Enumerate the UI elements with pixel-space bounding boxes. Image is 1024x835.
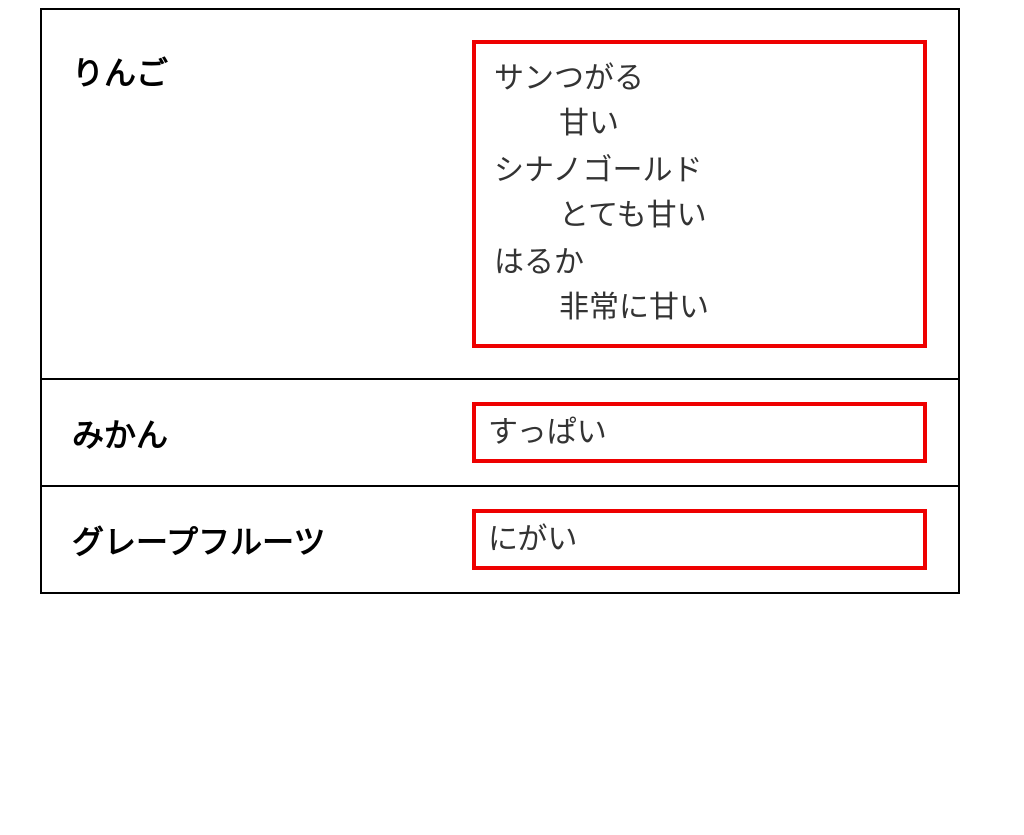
row-label: みかん [72,402,472,456]
row-label: グレープフルーツ [72,509,472,563]
row-label: りんご [72,40,472,94]
table-row: りんご サンつがる 甘い シナノゴールド とても甘い はるか 非常に甘い [42,10,958,380]
variety-desc: とても甘い [494,193,905,238]
variety-name: はるか [494,240,905,285]
variety-name: サンつがる [494,56,905,101]
fruit-table: りんご サンつがる 甘い シナノゴールド とても甘い はるか 非常に甘い みかん… [40,8,960,594]
row-value: すっぱい [472,402,927,463]
variety-desc: 甘い [494,101,905,146]
list-item: サンつがる 甘い [494,56,905,146]
variety-desc: 非常に甘い [494,285,905,330]
table-row: グレープフルーツ にがい [42,487,958,592]
variety-name: シナノゴールド [494,148,905,193]
list-item: シナノゴールド とても甘い [494,148,905,238]
list-item: はるか 非常に甘い [494,240,905,330]
table-row: みかん すっぱい [42,380,958,487]
row-value-list: サンつがる 甘い シナノゴールド とても甘い はるか 非常に甘い [472,40,927,348]
row-value: にがい [472,509,927,570]
